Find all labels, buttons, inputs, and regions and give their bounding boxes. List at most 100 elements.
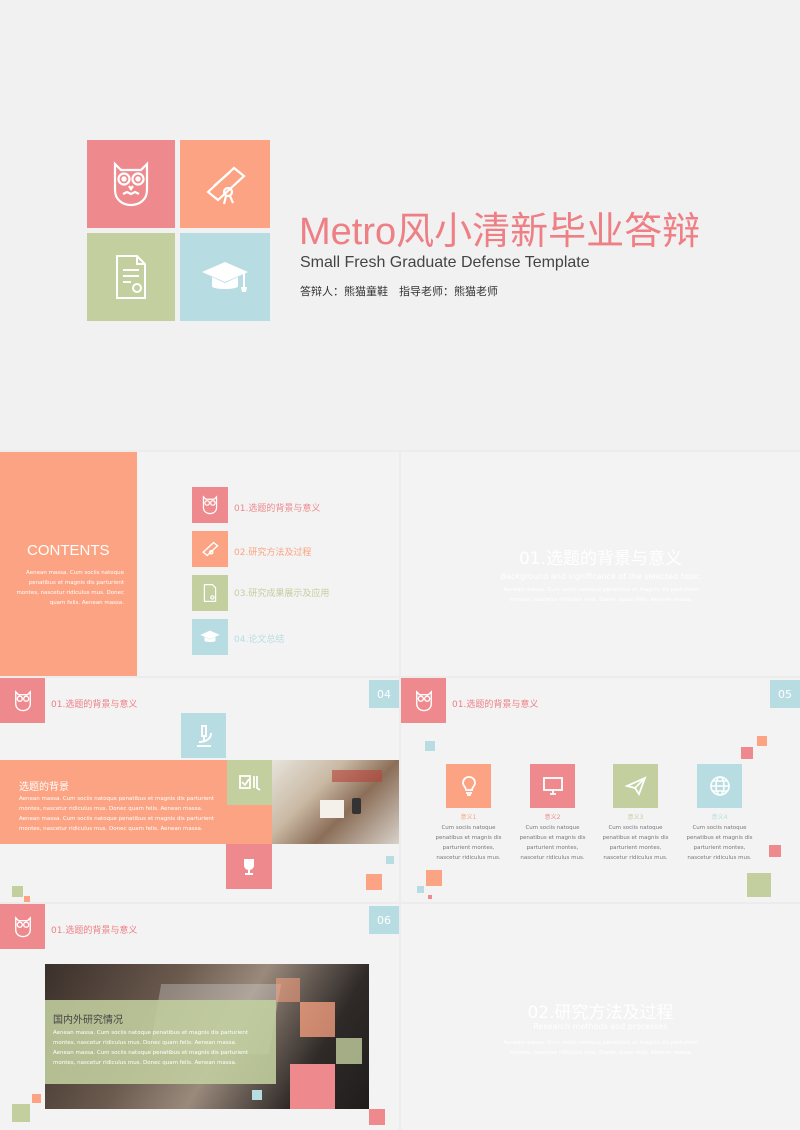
meaning-1-text: Cum sociis natoque penatibus et magnis d… bbox=[435, 825, 502, 861]
deco-square bbox=[24, 896, 30, 902]
slide06-header: 01.选题的背景与意义 bbox=[51, 926, 138, 936]
section1-subtitle: Background and significance of the selec… bbox=[500, 572, 701, 581]
advisor-label: 指导老师：熊猫老师 bbox=[399, 285, 498, 298]
meaning-4-text: Cum sociis natoque penatibus et magnis d… bbox=[686, 825, 753, 861]
deco-square bbox=[12, 1104, 30, 1122]
meaning-3-label: 意义3 bbox=[627, 814, 644, 821]
section2-desc: Aenean massa. Cum sociis natoque penatib… bbox=[503, 1040, 699, 1056]
slide05-header: 01.选题的背景与意义 bbox=[452, 700, 539, 710]
deco-square bbox=[252, 1090, 262, 1100]
deco-square bbox=[757, 736, 767, 746]
slide06-number: 06 bbox=[369, 906, 399, 934]
books-shape bbox=[332, 770, 382, 782]
microscope-tile bbox=[181, 713, 226, 758]
header-owl-tile bbox=[0, 678, 45, 723]
slide04-block-title: 选题的背景 bbox=[19, 782, 69, 793]
contents-cap-tile bbox=[192, 619, 228, 655]
owl-icon bbox=[14, 689, 31, 711]
contents-heading: CONTENTS bbox=[27, 542, 110, 559]
certificate-icon bbox=[203, 584, 217, 602]
lightbulb-icon bbox=[461, 776, 476, 796]
slide-04: 01.选题的背景与意义 04 选题的背景 Aenean massa. Cum s… bbox=[0, 678, 399, 902]
trophy-icon bbox=[244, 858, 254, 875]
meaning-3-text: Cum sociis natoque penatibus et magnis d… bbox=[602, 825, 669, 861]
diploma-tile bbox=[180, 140, 270, 228]
cover-title: Metro风小清新毕业答辩 bbox=[299, 211, 701, 253]
deco-square bbox=[290, 1064, 335, 1109]
certificate-icon bbox=[116, 255, 146, 299]
section1-title: 01.选题的背景与意义 bbox=[518, 549, 683, 569]
owl-icon bbox=[415, 689, 432, 711]
owl-icon bbox=[202, 495, 218, 515]
contents-panel bbox=[0, 452, 137, 676]
notebook-shape bbox=[320, 800, 344, 818]
contents-certificate-tile bbox=[192, 575, 228, 611]
slide04-header: 01.选题的背景与意义 bbox=[51, 700, 138, 710]
meaning-1-label: 意义1 bbox=[460, 814, 477, 821]
section2-title: 02.研究方法及过程 bbox=[527, 1003, 674, 1023]
section1-slide: 01.选题的背景与意义 Background and significance … bbox=[401, 452, 800, 676]
phone-shape bbox=[352, 798, 361, 814]
deco-square bbox=[428, 895, 432, 899]
globe-tile[interactable] bbox=[697, 764, 742, 808]
deco-square bbox=[336, 1038, 362, 1064]
owl-icon bbox=[14, 915, 31, 937]
deco-square bbox=[417, 886, 424, 893]
deco-square bbox=[369, 1109, 385, 1125]
slide06-block-title: 国内外研究情况 bbox=[53, 1015, 123, 1026]
slide-06: 01.选题的背景与意义 06 国内外研究情况 Aenean massa. Cum… bbox=[0, 904, 399, 1130]
paper-plane-tile[interactable] bbox=[613, 764, 658, 808]
slide06-block-text: Aenean massa. Cum sociis natoque penatib… bbox=[53, 1030, 249, 1066]
paper-plane-icon bbox=[624, 776, 647, 796]
desk-photo bbox=[272, 760, 399, 844]
deco-square bbox=[32, 1094, 41, 1103]
checklist-icon bbox=[238, 774, 260, 791]
graduation-cap-icon bbox=[202, 262, 248, 292]
deco-square bbox=[386, 856, 394, 864]
deco-square bbox=[426, 870, 442, 886]
presenter-label: 答辩人：熊猫童鞋 bbox=[300, 285, 388, 298]
owl-icon bbox=[113, 161, 149, 207]
section2-slide: 02.研究方法及过程 Research methods and processe… bbox=[401, 904, 800, 1130]
lightbulb-tile[interactable] bbox=[446, 764, 491, 808]
meaning-2-text: Cum sociis natoque penatibus et magnis d… bbox=[519, 825, 586, 861]
slide04-block-text: Aenean massa. Cum sociis natoque penatib… bbox=[19, 796, 215, 832]
slide-05: 01.选题的背景与意义 05 意义1 Cum sociis natoque pe… bbox=[401, 678, 800, 902]
monitor-tile[interactable] bbox=[530, 764, 575, 808]
section1-desc: Aenean massa. Cum sociis natoque penatib… bbox=[503, 587, 699, 603]
graduation-cap-tile bbox=[180, 233, 270, 321]
contents-diploma-tile bbox=[192, 531, 228, 567]
meaning-2-label: 意义2 bbox=[544, 814, 561, 821]
diploma-icon bbox=[206, 166, 246, 205]
deco-square bbox=[747, 873, 771, 897]
deco-square bbox=[276, 978, 300, 1002]
deco-square bbox=[12, 886, 23, 897]
checklist-tile bbox=[227, 760, 272, 805]
deco-square bbox=[769, 845, 781, 857]
monitor-icon bbox=[542, 777, 563, 795]
trophy-tile bbox=[226, 844, 272, 889]
contents-owl-tile bbox=[192, 487, 228, 523]
deco-square bbox=[741, 747, 753, 759]
contents-item-4[interactable]: 04.论文总结 bbox=[234, 632, 284, 645]
contents-item-1[interactable]: 01.选题的背景与意义 bbox=[234, 501, 320, 514]
deco-square bbox=[300, 1002, 335, 1037]
slide04-number: 04 bbox=[369, 680, 399, 708]
deco-square bbox=[425, 741, 435, 751]
contents-slide: CONTENTS Aenean massa. Cum sociis natoqu… bbox=[0, 452, 399, 676]
deco-square bbox=[366, 874, 382, 890]
cover-subtitle: Small Fresh Graduate Defense Template bbox=[300, 254, 590, 271]
globe-icon bbox=[709, 776, 730, 796]
contents-item-3[interactable]: 03.研究成果展示及应用 bbox=[234, 586, 329, 599]
cover-slide: Metro风小清新毕业答辩 Small Fresh Graduate Defen… bbox=[0, 0, 800, 450]
contents-desc: Aenean massa. Cum sociis natoque penatib… bbox=[16, 570, 124, 606]
header-owl-tile bbox=[401, 678, 446, 723]
contents-item-2[interactable]: 02.研究方法及过程 bbox=[234, 545, 311, 558]
slide05-number: 05 bbox=[770, 680, 800, 708]
certificate-tile bbox=[87, 233, 175, 321]
owl-tile bbox=[87, 140, 175, 228]
header-owl-tile bbox=[0, 904, 45, 949]
meaning-4-label: 意义4 bbox=[711, 814, 728, 821]
graduation-cap-icon bbox=[200, 630, 220, 643]
diploma-icon bbox=[202, 541, 219, 557]
